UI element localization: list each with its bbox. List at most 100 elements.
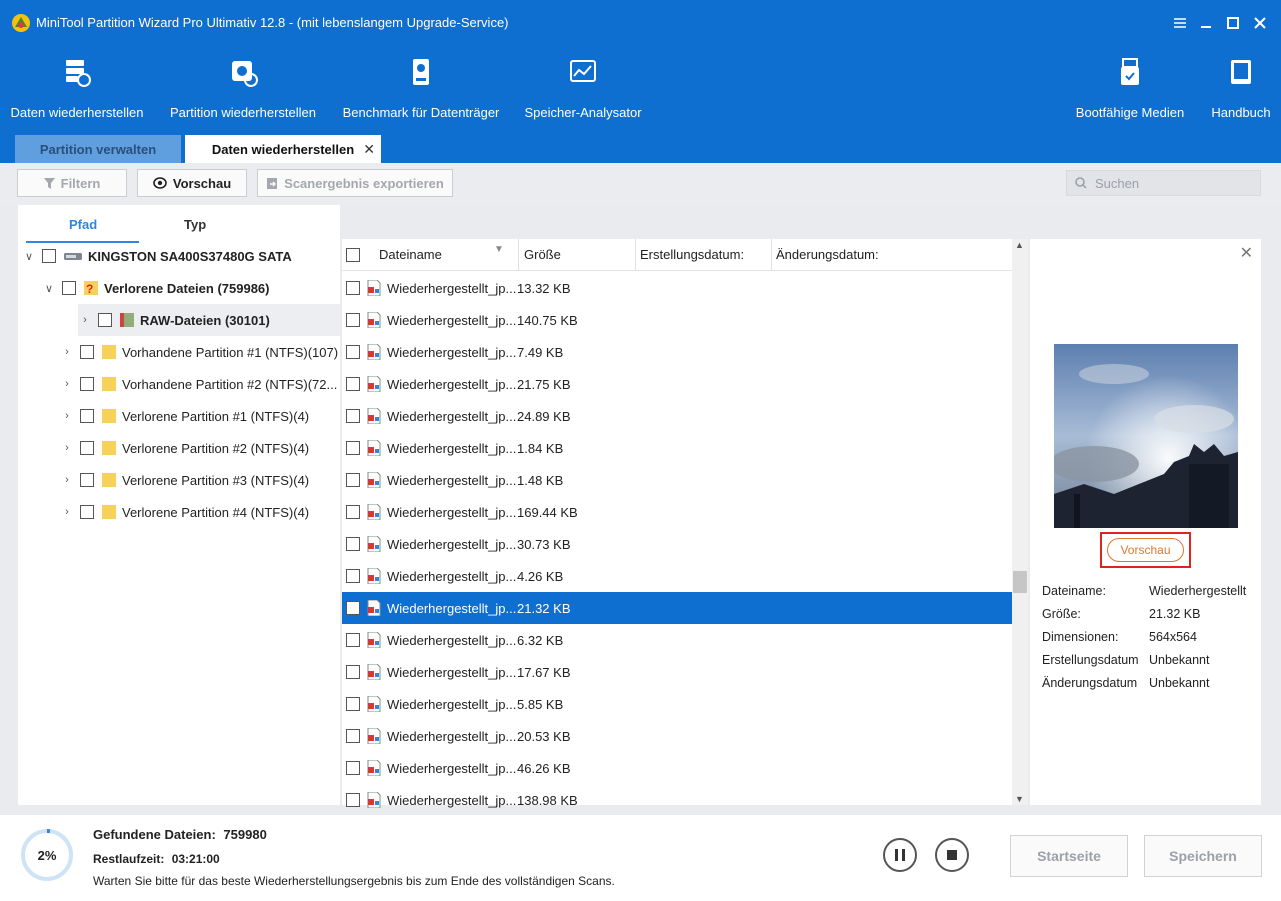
column-divider[interactable] — [771, 239, 772, 271]
file-row[interactable]: Wiederhergestellt_jp... 21.32 KB — [342, 592, 1012, 624]
tree-item-raw-files[interactable]: › RAW-Dateien (30101) — [78, 304, 340, 336]
file-row[interactable]: Wiederhergestellt_jp... 1.48 KB — [342, 464, 1012, 496]
checkbox[interactable] — [346, 473, 360, 487]
checkbox[interactable] — [346, 697, 360, 711]
file-row[interactable]: Wiederhergestellt_jp... 1.84 KB — [342, 432, 1012, 464]
chevron-right-icon[interactable]: › — [60, 410, 74, 422]
tree-item-partition[interactable]: › Verlorene Partition #1 (NTFS)(4) — [60, 400, 340, 432]
tree-item-lost-files[interactable]: ∨ ? Verlorene Dateien (759986) — [18, 272, 340, 304]
file-row[interactable]: Wiederhergestellt_jp... 46.26 KB — [342, 752, 1012, 784]
checkbox[interactable] — [346, 409, 360, 423]
checkbox[interactable] — [346, 537, 360, 551]
column-header-created[interactable]: Erstellungsdatum: — [640, 247, 744, 262]
tree-item-drive[interactable]: ∨ KINGSTON SA400S37480G SATA — [18, 240, 340, 272]
sort-arrow-icon[interactable]: ▼ — [494, 244, 504, 255]
checkbox[interactable] — [346, 505, 360, 519]
chevron-right-icon[interactable]: › — [60, 442, 74, 454]
chevron-right-icon[interactable]: › — [60, 378, 74, 390]
chevron-down-icon[interactable]: ∨ — [42, 282, 56, 295]
maximize-icon[interactable] — [1220, 10, 1246, 36]
preview-action-button[interactable]: Vorschau — [1107, 538, 1184, 562]
checkbox[interactable] — [42, 249, 56, 263]
toolbar-data-recovery[interactable]: Daten wiederherstellen — [8, 52, 146, 122]
checkbox[interactable] — [80, 409, 94, 423]
toolbar-disk-benchmark[interactable]: Benchmark für Datenträger — [340, 52, 502, 122]
checkbox[interactable] — [346, 633, 360, 647]
file-row[interactable]: Wiederhergestellt_jp... 24.89 KB — [342, 400, 1012, 432]
column-divider[interactable] — [518, 239, 519, 271]
file-row[interactable]: Wiederhergestellt_jp... 20.53 KB — [342, 720, 1012, 752]
stop-button[interactable] — [935, 838, 969, 872]
checkbox[interactable] — [346, 345, 360, 359]
checkbox[interactable] — [80, 441, 94, 455]
toolbar-space-analyzer[interactable]: Speicher-Analysator — [522, 52, 644, 122]
tree-item-partition[interactable]: › Vorhandene Partition #2 (NTFS)(72... — [60, 368, 340, 400]
checkbox[interactable] — [346, 281, 360, 295]
checkbox[interactable] — [346, 601, 360, 615]
checkbox[interactable] — [98, 313, 112, 327]
file-row[interactable]: Wiederhergestellt_jp... 169.44 KB — [342, 496, 1012, 528]
minimize-icon[interactable] — [1193, 10, 1219, 36]
checkbox[interactable] — [80, 377, 94, 391]
tab-close-icon[interactable]: ✕ — [363, 141, 375, 158]
scroll-up-icon[interactable]: ▲ — [1015, 240, 1024, 250]
help-icon[interactable] — [1167, 10, 1193, 36]
chevron-right-icon[interactable]: › — [78, 314, 92, 326]
file-row[interactable]: Wiederhergestellt_jp... 30.73 KB — [342, 528, 1012, 560]
scroll-thumb[interactable] — [1013, 571, 1027, 593]
toolbar-partition-recovery[interactable]: Partition wiederherstellen — [166, 52, 320, 122]
file-row[interactable]: Wiederhergestellt_jp... 13.32 KB — [342, 272, 1012, 304]
file-row[interactable]: Wiederhergestellt_jp... 6.32 KB — [342, 624, 1012, 656]
checkbox[interactable] — [346, 377, 360, 391]
column-header-modified[interactable]: Änderungsdatum: — [776, 247, 879, 262]
tab-type[interactable]: Typ — [184, 217, 206, 232]
search-input[interactable] — [1095, 175, 1255, 191]
file-row[interactable]: Wiederhergestellt_jp... 138.98 KB — [342, 784, 1012, 816]
filter-button[interactable]: Filtern — [17, 169, 127, 197]
tab-path[interactable]: Pfad — [69, 217, 97, 232]
scroll-down-icon[interactable]: ▼ — [1015, 794, 1024, 804]
column-header-name[interactable]: Dateiname — [379, 247, 442, 262]
tree-item-partition[interactable]: › Vorhandene Partition #1 (NTFS)(107) — [60, 336, 340, 368]
file-row[interactable]: Wiederhergestellt_jp... 140.75 KB — [342, 304, 1012, 336]
checkbox[interactable] — [62, 281, 76, 295]
file-row[interactable]: Wiederhergestellt_jp... 17.67 KB — [342, 656, 1012, 688]
checkbox[interactable] — [346, 313, 360, 327]
checkbox[interactable] — [80, 505, 94, 519]
save-button[interactable]: Speichern — [1144, 835, 1262, 877]
checkbox[interactable] — [346, 569, 360, 583]
chevron-down-icon[interactable]: ∨ — [22, 250, 36, 263]
pause-button[interactable] — [883, 838, 917, 872]
checkbox[interactable] — [346, 761, 360, 775]
tab-data-recovery[interactable]: Daten wiederherstellen ✕ — [185, 135, 381, 163]
tree-item-partition[interactable]: › Verlorene Partition #4 (NTFS)(4) — [60, 496, 340, 528]
file-list-scrollbar[interactable]: ▲ ▼ — [1012, 239, 1028, 805]
chevron-right-icon[interactable]: › — [60, 474, 74, 486]
checkbox[interactable] — [346, 441, 360, 455]
checkbox[interactable] — [346, 665, 360, 679]
tree-item-partition[interactable]: › Verlorene Partition #2 (NTFS)(4) — [60, 432, 340, 464]
column-header-size[interactable]: Größe — [524, 247, 561, 262]
tree-item-partition[interactable]: › Verlorene Partition #3 (NTFS)(4) — [60, 464, 340, 496]
search-box[interactable] — [1066, 170, 1261, 196]
checkbox[interactable] — [80, 345, 94, 359]
close-window-icon[interactable] — [1247, 10, 1273, 36]
file-row[interactable]: Wiederhergestellt_jp... 21.75 KB — [342, 368, 1012, 400]
checkbox[interactable] — [80, 473, 94, 487]
chevron-right-icon[interactable]: › — [60, 346, 74, 358]
close-preview-icon[interactable]: ✕ — [1240, 243, 1253, 263]
tab-partition-manage[interactable]: Partition verwalten — [15, 135, 181, 163]
checkbox[interactable] — [346, 729, 360, 743]
toolbar-manual[interactable]: Handbuch — [1207, 52, 1275, 122]
preview-button[interactable]: Vorschau — [137, 169, 247, 197]
chevron-right-icon[interactable]: › — [60, 506, 74, 518]
checkbox[interactable] — [346, 793, 360, 807]
export-scan-button[interactable]: Scanergebnis exportieren — [257, 169, 453, 197]
column-divider[interactable] — [635, 239, 636, 271]
file-row[interactable]: Wiederhergestellt_jp... 4.26 KB — [342, 560, 1012, 592]
file-row[interactable]: Wiederhergestellt_jp... 5.85 KB — [342, 688, 1012, 720]
toolbar-bootable-media[interactable]: Bootfähige Medien — [1071, 52, 1189, 122]
home-button[interactable]: Startseite — [1010, 835, 1128, 877]
select-all-checkbox[interactable] — [346, 248, 360, 262]
file-row[interactable]: Wiederhergestellt_jp... 7.49 KB — [342, 336, 1012, 368]
